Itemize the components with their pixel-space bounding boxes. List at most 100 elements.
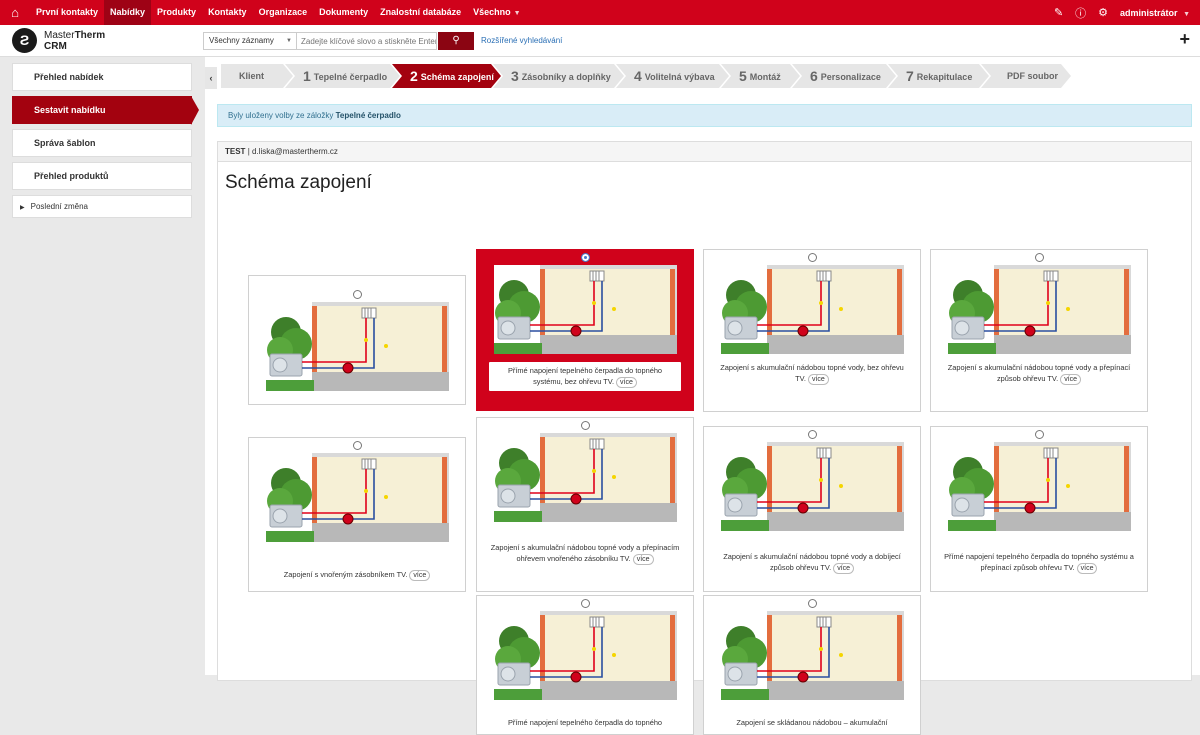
- scheme-card[interactable]: Zapojení s akumulační nádobou topné vody…: [930, 249, 1148, 412]
- logo-mark-icon: Ƨ: [12, 28, 37, 53]
- scheme-radio[interactable]: [1035, 430, 1044, 439]
- nav-vsechno[interactable]: Všechno ▼: [467, 0, 526, 25]
- chevron-down-icon: ▼: [286, 38, 292, 44]
- scheme-diagram-image: [494, 433, 677, 522]
- panel-header: TEST | d.liska@mastertherm.cz: [218, 142, 1191, 162]
- user-name: administrátor: [1120, 7, 1178, 18]
- advanced-search-link[interactable]: Rozšířené vyhledávání: [481, 36, 562, 45]
- nav-prvni-kontakty[interactable]: První kontakty: [30, 0, 104, 25]
- scheme-card[interactable]: Zapojení s akumulační nádobou topné vody…: [703, 426, 921, 592]
- step-label: Klient: [239, 71, 265, 81]
- scheme-radio[interactable]: [581, 421, 590, 430]
- scheme-card[interactable]: Zapojení s akumulační nádobou topné vody…: [476, 417, 694, 592]
- scheme-diagram-image: [721, 265, 904, 354]
- step-personalizace[interactable]: 6 Personalizace: [792, 64, 896, 88]
- scheme-caption: Přímé napojení tepelného čerpadla do top…: [487, 717, 683, 728]
- add-icon[interactable]: +: [1179, 29, 1190, 50]
- step-montaz[interactable]: 5 Montáž: [721, 64, 800, 88]
- brush-icon[interactable]: ✎: [1054, 6, 1063, 19]
- chevron-left-icon: ‹: [209, 73, 213, 83]
- scheme-diagram-image: [721, 442, 904, 531]
- step-number: 5: [739, 68, 747, 84]
- step-rekapitulace[interactable]: 7 Rekapitulace: [888, 64, 989, 88]
- sidebar-recent-label: Poslední změna: [30, 202, 88, 211]
- nav-znalostni-databaze[interactable]: Znalostní databáze: [374, 0, 467, 25]
- step-schema-zapojeni[interactable]: 2 Schéma zapojení: [392, 64, 501, 88]
- scheme-card[interactable]: Přímé napojení tepelného čerpadla do top…: [476, 595, 694, 735]
- gear-icon[interactable]: ⚙: [1098, 6, 1108, 19]
- scheme-radio[interactable]: [1035, 253, 1044, 262]
- more-button[interactable]: více: [807, 374, 829, 385]
- scheme-card[interactable]: Přímé napojení tepelného čerpadla do top…: [476, 249, 694, 411]
- nav-dokumenty[interactable]: Dokumenty: [313, 0, 374, 25]
- sidebar-recent-toggle[interactable]: ▶ Poslední změna: [12, 195, 192, 218]
- step-number: 2: [410, 68, 418, 84]
- info-link[interactable]: Tepelné čerpadlo: [336, 111, 401, 120]
- logo-brand: MasterTherm: [44, 30, 105, 41]
- step-zasobniky[interactable]: 3 Zásobníky a doplňky: [493, 64, 624, 88]
- logo[interactable]: Ƨ MasterTherm CRM: [12, 28, 132, 54]
- home-icon[interactable]: ⌂: [0, 5, 30, 20]
- logo-brand-a: Master: [44, 30, 75, 41]
- more-button[interactable]: více: [616, 377, 637, 388]
- more-button[interactable]: více: [1060, 374, 1082, 385]
- sidebar-item-prehled-produktu[interactable]: Přehled produktů: [12, 162, 192, 190]
- logo-sub: CRM: [44, 41, 67, 52]
- page-title: Schéma zapojení: [225, 172, 372, 193]
- scheme-caption: Přímé napojení tepelného čerpadla do top…: [941, 551, 1137, 574]
- logo-brand-b: Therm: [74, 30, 106, 41]
- search-button[interactable]: ⚲: [438, 32, 474, 50]
- scheme-card[interactable]: [248, 275, 466, 405]
- search-scope-select[interactable]: Všechny záznamy ▼: [203, 32, 297, 50]
- scheme-caption: Zapojení s akumulační nádobou topné vody…: [714, 551, 910, 574]
- user-menu[interactable]: administrátor ▼: [1120, 8, 1190, 18]
- search-input[interactable]: [297, 32, 437, 50]
- more-button[interactable]: více: [632, 554, 654, 565]
- scheme-caption-text: Zapojení s akumulační nádobou topné vody…: [723, 552, 901, 572]
- step-tepelne-cerpadlo[interactable]: 1 Tepelné čerpadlo: [285, 64, 400, 88]
- header: Ƨ MasterTherm CRM Všechny záznamy ▼ ⚲ Roz…: [0, 25, 1200, 57]
- scheme-card[interactable]: Zapojení s akumulační nádobou topné vody…: [703, 249, 921, 412]
- scheme-radio[interactable]: [808, 599, 817, 608]
- step-klient[interactable]: Klient: [221, 64, 293, 88]
- scheme-card[interactable]: Zapojení se skládanou nádobou – akumulač…: [703, 595, 921, 735]
- separator: |: [247, 147, 250, 156]
- more-button[interactable]: více: [1076, 563, 1098, 574]
- sidebar-item-sestavit-nabidku[interactable]: Sestavit nabídku: [12, 96, 199, 125]
- more-button[interactable]: více: [833, 563, 855, 574]
- step-number: 6: [810, 68, 818, 84]
- scheme-radio[interactable]: [808, 430, 817, 439]
- scheme-radio[interactable]: [581, 253, 590, 262]
- more-button[interactable]: více: [409, 570, 431, 581]
- scheme-radio[interactable]: [581, 599, 590, 608]
- scheme-caption: Zapojení s akumulační nádobou topné vody…: [714, 362, 910, 385]
- search-icon: ⚲: [452, 35, 460, 46]
- scheme-card[interactable]: Zapojení s vnořeným zásobníkem TV. více: [248, 437, 466, 592]
- scheme-caption: Zapojení s akumulační nádobou topné vody…: [487, 542, 683, 565]
- step-volitelna-vybava[interactable]: 4 Volitelná výbava: [616, 64, 729, 88]
- step-label: Volitelná výbava: [644, 72, 715, 82]
- search-scope-value: Všechny záznamy: [209, 36, 274, 45]
- scheme-caption: Zapojení s akumulační nádobou topné vody…: [941, 362, 1137, 385]
- nav-kontakty[interactable]: Kontakty: [202, 0, 253, 25]
- nav-nabidky[interactable]: Nabídky: [104, 0, 152, 25]
- scheme-radio[interactable]: [353, 290, 362, 299]
- scheme-card[interactable]: Přímé napojení tepelného čerpadla do top…: [930, 426, 1148, 592]
- step-label: PDF soubor: [1007, 71, 1058, 81]
- info-icon[interactable]: ⓘ: [1075, 5, 1086, 21]
- scheme-radio[interactable]: [353, 441, 362, 450]
- nav-produkty[interactable]: Produkty: [151, 0, 202, 25]
- collapse-sidebar-button[interactable]: ‹: [205, 67, 217, 89]
- scheme-diagram-image: [494, 611, 677, 700]
- step-label: Zásobníky a doplňky: [521, 72, 611, 82]
- scheme-radio[interactable]: [808, 253, 817, 262]
- sidebar-item-prehled-nabidek[interactable]: Přehled nabídek: [12, 63, 192, 91]
- step-label: Schéma zapojení: [420, 72, 494, 82]
- scheme-caption-text: Přímé napojení tepelného čerpadla do top…: [507, 366, 663, 386]
- nav-organizace[interactable]: Organizace: [253, 0, 314, 25]
- sidebar-item-sprava-sablon[interactable]: Správa šablon: [12, 129, 192, 157]
- scheme-caption-text: Přímé napojení tepelného čerpadla do top…: [944, 552, 1134, 572]
- step-label: Montáž: [749, 72, 781, 82]
- step-pdf-soubor[interactable]: PDF soubor: [981, 64, 1071, 88]
- scheme-diagram-image: [266, 453, 449, 542]
